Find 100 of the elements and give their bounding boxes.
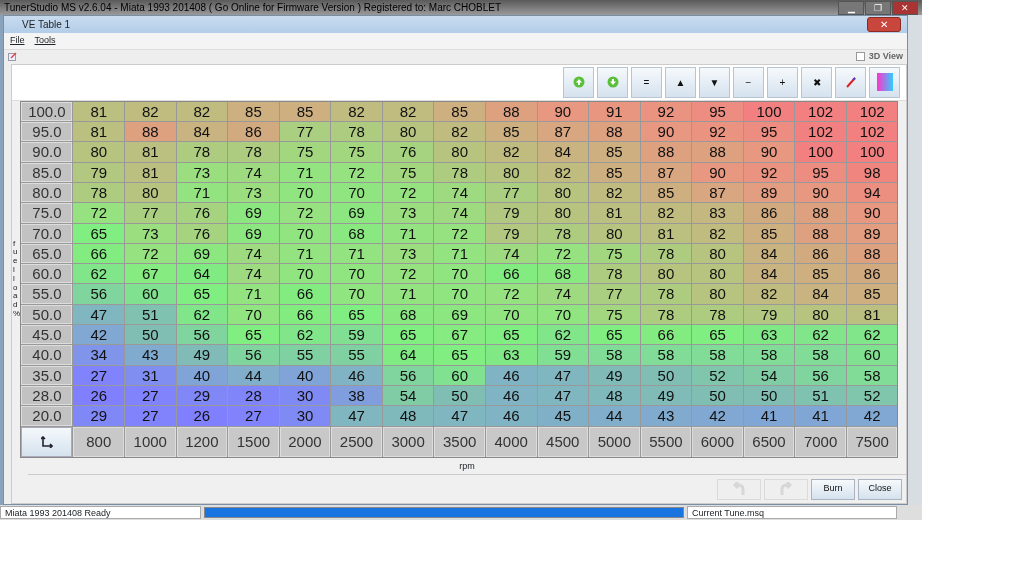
table-cell[interactable]: 84 <box>176 122 228 142</box>
table-cell[interactable]: 65 <box>692 325 743 345</box>
table-cell[interactable]: 75 <box>589 304 640 324</box>
menu-item[interactable]: File <box>10 34 25 48</box>
table-cell[interactable]: 54 <box>743 365 795 385</box>
table-cell[interactable]: 69 <box>434 304 485 324</box>
table-cell[interactable]: 82 <box>331 101 382 122</box>
table-cell[interactable]: 88 <box>589 122 640 142</box>
table-cell[interactable]: 72 <box>434 223 485 243</box>
close-button[interactable]: ✕ <box>867 17 901 33</box>
table-cell[interactable]: 48 <box>589 385 640 406</box>
table-cell[interactable]: 82 <box>485 142 537 162</box>
edit-icon[interactable] <box>8 52 17 62</box>
toolbar-button[interactable]: = <box>631 66 662 98</box>
table-cell[interactable]: 73 <box>228 182 279 203</box>
table-cell[interactable]: 66 <box>279 284 331 304</box>
table-cell[interactable]: 26 <box>73 385 124 406</box>
table-cell[interactable]: 72 <box>382 264 434 284</box>
table-cell[interactable]: 27 <box>125 406 176 426</box>
table-cell[interactable]: 70 <box>331 264 382 284</box>
table-cell[interactable]: 102 <box>795 122 846 142</box>
minimize-button[interactable]: ▁ <box>838 0 864 15</box>
table-cell[interactable]: 44 <box>589 406 640 426</box>
table-cell[interactable]: 95 <box>795 162 846 182</box>
table-cell[interactable]: 62 <box>73 264 124 284</box>
table-cell[interactable]: 67 <box>434 325 485 345</box>
table-cell[interactable]: 95 <box>692 101 743 122</box>
table-cell[interactable]: 88 <box>692 142 743 162</box>
swap-axes-button[interactable] <box>21 426 73 457</box>
table-cell[interactable]: 69 <box>176 243 228 264</box>
table-cell[interactable]: 79 <box>485 223 537 243</box>
table-cell[interactable]: 66 <box>73 243 124 264</box>
toolbar-button[interactable] <box>563 66 594 98</box>
table-cell[interactable]: 82 <box>589 182 640 203</box>
table-cell[interactable]: 43 <box>640 406 692 426</box>
table-cell[interactable]: 71 <box>434 243 485 264</box>
table-cell[interactable]: 82 <box>434 122 485 142</box>
table-cell[interactable]: 72 <box>125 243 176 264</box>
table-cell[interactable]: 81 <box>589 203 640 223</box>
table-cell[interactable]: 78 <box>640 304 692 324</box>
table-cell[interactable]: 30 <box>279 385 331 406</box>
table-cell[interactable]: 90 <box>846 203 898 223</box>
table-cell[interactable]: 81 <box>73 101 124 122</box>
table-cell[interactable]: 71 <box>176 182 228 203</box>
table-cell[interactable]: 83 <box>692 203 743 223</box>
table-cell[interactable]: 29 <box>176 385 228 406</box>
table-cell[interactable]: 65 <box>589 325 640 345</box>
table-cell[interactable]: 90 <box>795 182 846 203</box>
table-cell[interactable]: 70 <box>331 284 382 304</box>
table-cell[interactable]: 82 <box>743 284 795 304</box>
table-cell[interactable]: 92 <box>692 122 743 142</box>
toolbar-button[interactable] <box>597 66 628 98</box>
table-cell[interactable]: 88 <box>640 142 692 162</box>
table-cell[interactable]: 82 <box>537 162 589 182</box>
table-cell[interactable]: 60 <box>846 345 898 365</box>
table-cell[interactable]: 102 <box>795 101 846 122</box>
table-cell[interactable]: 55 <box>279 345 331 365</box>
table-cell[interactable]: 30 <box>279 406 331 426</box>
table-cell[interactable]: 73 <box>176 162 228 182</box>
close-button[interactable]: ✕ <box>892 0 918 15</box>
table-cell[interactable]: 75 <box>382 162 434 182</box>
table-cell[interactable]: 85 <box>589 142 640 162</box>
table-cell[interactable]: 87 <box>640 162 692 182</box>
table-cell[interactable]: 42 <box>846 406 898 426</box>
table-cell[interactable]: 90 <box>743 142 795 162</box>
table-cell[interactable]: 69 <box>228 223 279 243</box>
table-cell[interactable]: 58 <box>692 345 743 365</box>
table-cell[interactable]: 47 <box>537 385 589 406</box>
table-cell[interactable]: 82 <box>692 223 743 243</box>
table-cell[interactable]: 85 <box>795 264 846 284</box>
table-cell[interactable]: 76 <box>382 142 434 162</box>
table-cell[interactable]: 70 <box>228 304 279 324</box>
table-cell[interactable]: 79 <box>485 203 537 223</box>
table-cell[interactable]: 78 <box>640 284 692 304</box>
table-cell[interactable]: 91 <box>589 101 640 122</box>
table-cell[interactable]: 62 <box>846 325 898 345</box>
table-cell[interactable]: 76 <box>176 223 228 243</box>
table-cell[interactable]: 59 <box>331 325 382 345</box>
table-cell[interactable]: 51 <box>795 385 846 406</box>
table-cell[interactable]: 78 <box>640 243 692 264</box>
table-cell[interactable]: 62 <box>795 325 846 345</box>
table-cell[interactable]: 50 <box>692 385 743 406</box>
table-cell[interactable]: 64 <box>176 264 228 284</box>
toolbar-button[interactable]: ✖ <box>801 66 832 98</box>
table-cell[interactable]: 71 <box>331 243 382 264</box>
table-cell[interactable]: 29 <box>73 406 124 426</box>
table-cell[interactable]: 82 <box>176 101 228 122</box>
table-cell[interactable]: 31 <box>125 365 176 385</box>
maximize-button[interactable]: ❐ <box>865 0 891 15</box>
table-cell[interactable]: 63 <box>485 345 537 365</box>
table-cell[interactable]: 72 <box>485 284 537 304</box>
table-cell[interactable]: 79 <box>73 162 124 182</box>
table-cell[interactable]: 65 <box>382 325 434 345</box>
table-cell[interactable]: 56 <box>176 325 228 345</box>
table-cell[interactable]: 80 <box>640 264 692 284</box>
table-cell[interactable]: 67 <box>125 264 176 284</box>
table-cell[interactable]: 85 <box>846 284 898 304</box>
table-cell[interactable]: 66 <box>485 264 537 284</box>
table-cell[interactable]: 84 <box>743 243 795 264</box>
table-cell[interactable]: 86 <box>228 122 279 142</box>
